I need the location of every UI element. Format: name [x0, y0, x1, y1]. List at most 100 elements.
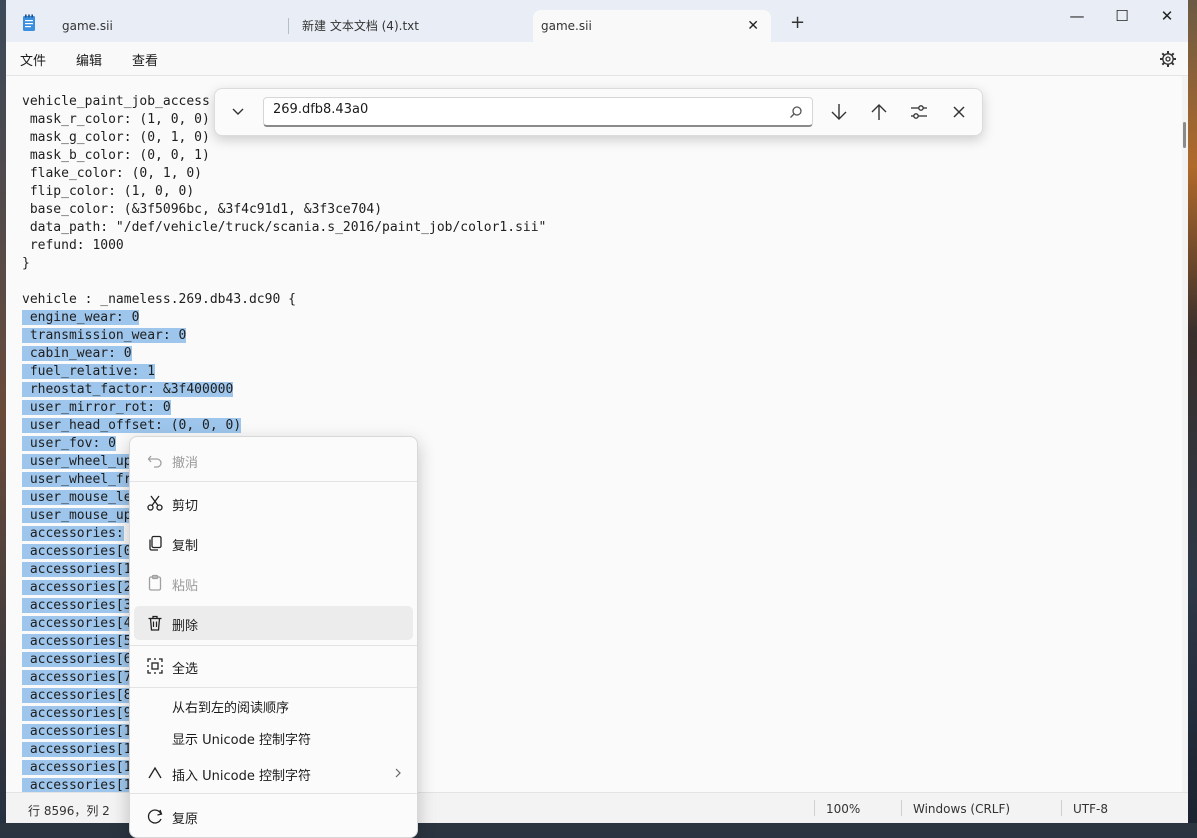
tab-label: 新建 文本文档 (4).txt	[302, 19, 419, 33]
find-input-box[interactable]	[263, 97, 813, 127]
menu-item-rtl-reading-order[interactable]: 从右到左的阅读顺序	[134, 688, 413, 722]
desktop-background-right	[1188, 0, 1197, 831]
menu-label: 撤消	[172, 456, 199, 471]
code-line: }	[22, 256, 30, 271]
code-line: data_path: "/def/vehicle/truck/scania.s_…	[22, 220, 547, 235]
selection-highlight: user_mirror_rot: 0	[22, 400, 171, 415]
tab-label: game.sii	[541, 19, 592, 33]
trash-icon	[148, 615, 162, 631]
find-options-sliders-icon[interactable]	[906, 99, 932, 125]
menu-label: 剪切	[172, 499, 199, 514]
chevron-right-icon	[395, 768, 401, 778]
selection-highlight: user_wheel_fr	[22, 472, 132, 487]
close-find-icon[interactable]	[946, 99, 972, 125]
menu-item-paste[interactable]: 粘贴	[134, 566, 413, 600]
menu-item-undo[interactable]: 撤消	[134, 443, 413, 477]
selection-highlight: accessories[1	[22, 760, 132, 775]
selected-code-line: accessories[0	[22, 543, 132, 561]
menu-item-cut[interactable]: 剪切	[134, 486, 413, 520]
code-line: vehicle : _nameless.269.db43.dc90 {	[22, 292, 296, 307]
maximize-button[interactable]: ☐	[1099, 4, 1145, 28]
selection-highlight: accessories[6	[22, 652, 132, 667]
find-next-arrow-down-icon[interactable]	[826, 99, 852, 125]
selected-code-line: transmission_wear: 0	[22, 327, 187, 345]
selected-code-line: fuel_relative: 1	[22, 363, 156, 381]
selection-highlight: accessories[5	[22, 634, 132, 649]
find-bar	[214, 88, 983, 136]
menu-item-select-all[interactable]: 全选	[134, 649, 413, 683]
status-separator	[901, 800, 902, 816]
menu-item-copy[interactable]: 复制	[134, 526, 413, 560]
selection-highlight: accessories:	[22, 526, 124, 541]
selected-code-line: user_fov: 0	[22, 435, 116, 453]
close-window-button[interactable]: ✕	[1144, 4, 1188, 28]
selected-code-line: cabin_wear: 0	[22, 345, 132, 363]
selected-code-line: rheostat_factor: &3f400000	[22, 381, 234, 399]
new-tab-button[interactable]: +	[790, 14, 805, 32]
selection-highlight: accessories[8	[22, 688, 132, 703]
selected-code-line: accessories[3	[22, 597, 132, 615]
menu-item-show-unicode[interactable]: 显示 Unicode 控制字符	[134, 720, 413, 754]
find-input[interactable]	[273, 102, 773, 117]
status-separator	[814, 800, 815, 816]
tab-close-icon[interactable]: ✕	[747, 10, 759, 42]
tab-new-text-document[interactable]: 新建 文本文档 (4).txt	[294, 10, 526, 42]
selection-highlight: accessories[4	[22, 616, 132, 631]
code-line: mask_b_color: (0, 0, 1)	[22, 148, 210, 163]
selection-highlight: user_fov: 0	[22, 436, 116, 451]
selection-highlight: rheostat_factor: &3f400000	[22, 382, 234, 397]
selected-code-line: accessories[1	[22, 777, 132, 792]
scrollbar-thumb[interactable]	[1183, 122, 1186, 148]
selection-highlight: accessories[1	[22, 742, 132, 757]
menu-file[interactable]: 文件	[20, 50, 46, 69]
selected-code-line: engine_wear: 0	[22, 309, 140, 327]
line-ending[interactable]: Windows (CRLF)	[913, 802, 1010, 816]
selected-code-line: accessories[9	[22, 705, 132, 723]
selection-highlight: cabin_wear: 0	[22, 346, 132, 361]
redo-icon	[147, 809, 163, 824]
chevron-down-icon[interactable]	[225, 99, 251, 125]
tab-label: game.sii	[62, 19, 113, 33]
selection-highlight: accessories[0	[22, 544, 132, 559]
search-icon[interactable]	[789, 105, 803, 119]
code-line: flip_color: (1, 0, 0)	[22, 184, 195, 199]
menu-label: 复制	[172, 539, 199, 554]
select-all-icon	[147, 658, 163, 674]
context-menu: 撤消 剪切 复制 粘贴 删除 全选 从右到左的阅读顺序 显示 Unicode 控…	[129, 436, 418, 838]
selected-code-line: accessories[1	[22, 723, 132, 741]
vertical-scrollbar[interactable]	[1182, 76, 1188, 792]
selection-highlight: user_mouse_up	[22, 508, 132, 523]
selection-highlight: user_head_offset: (0, 0, 0)	[22, 418, 242, 433]
selection-highlight: accessories[3	[22, 598, 132, 613]
undo-icon	[147, 455, 162, 468]
menu-item-restore[interactable]: 复原	[134, 799, 413, 833]
selected-code-line: accessories[8	[22, 687, 132, 705]
paste-clipboard-icon	[148, 574, 162, 591]
encoding[interactable]: UTF-8	[1073, 802, 1108, 816]
selected-code-line: accessories:	[22, 525, 124, 543]
selected-code-line: user_mouse_le	[22, 489, 132, 507]
selected-code-line: accessories[4	[22, 615, 132, 633]
code-line: vehicle_paint_job_access	[22, 94, 210, 109]
caret-icon	[148, 766, 162, 779]
selection-highlight: accessories[1	[22, 778, 132, 792]
selected-code-line: accessories[7	[22, 669, 132, 687]
code-line: mask_g_color: (0, 1, 0)	[22, 130, 210, 145]
tab-game-sii-1[interactable]: game.sii	[54, 10, 284, 42]
menu-edit[interactable]: 编辑	[76, 50, 102, 69]
minimize-button[interactable]: —	[1054, 4, 1100, 28]
menu-bar: 文件 编辑 查看	[6, 42, 1188, 76]
selected-code-line: accessories[1	[22, 741, 132, 759]
status-separator	[1061, 800, 1062, 816]
settings-gear-icon[interactable]	[1159, 50, 1177, 68]
find-previous-arrow-up-icon[interactable]	[866, 99, 892, 125]
tab-game-sii-active[interactable]: game.sii ✕	[533, 10, 771, 42]
selection-highlight: accessories[1	[22, 724, 132, 739]
menu-item-delete[interactable]: 删除	[134, 606, 413, 640]
selection-highlight: fuel_relative: 1	[22, 364, 156, 379]
menu-item-insert-unicode[interactable]: 插入 Unicode 控制字符	[134, 756, 413, 790]
selection-highlight: accessories[9	[22, 706, 132, 721]
menu-view[interactable]: 查看	[132, 50, 158, 69]
selection-highlight: accessories[7	[22, 670, 132, 685]
menu-label: 从右到左的阅读顺序	[172, 701, 290, 716]
